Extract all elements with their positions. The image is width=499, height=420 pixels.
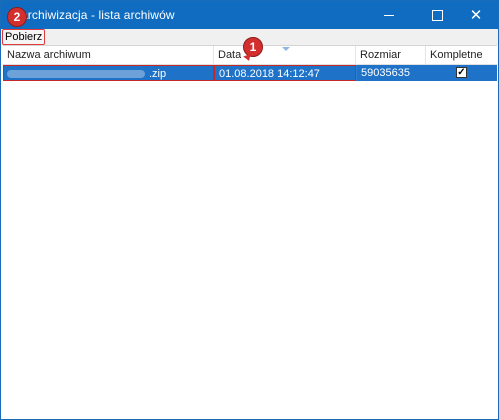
minimize-button[interactable] (367, 1, 411, 29)
archive-name-cell[interactable]: .zip (3, 65, 214, 81)
archive-list-window: archiwizacja - lista archiwów ✕ Pobierz … (0, 0, 499, 420)
title-bar[interactable]: archiwizacja - lista archiwów ✕ (1, 1, 498, 29)
column-header-complete[interactable]: Kompletne (426, 46, 497, 64)
close-icon: ✕ (469, 6, 483, 24)
complete-checkbox[interactable]: ✓ (456, 67, 467, 78)
redacted-filename (7, 70, 145, 78)
sort-descending-icon (282, 47, 290, 51)
maximize-button[interactable] (415, 1, 459, 29)
annotation-badge-1: 1 (243, 37, 263, 57)
minimize-icon (384, 14, 394, 16)
column-header-size[interactable]: Rozmiar (356, 46, 426, 64)
archive-name-extension: .zip (149, 68, 167, 80)
archive-complete-cell[interactable]: ✓ (426, 65, 497, 81)
download-menu-item[interactable]: Pobierz (2, 29, 46, 45)
window-title: archiwizacja - lista archiwów (21, 8, 175, 22)
archive-size-cell[interactable]: 59035635 (356, 65, 426, 81)
table-row[interactable]: .zip 01.08.2018 14:12:47 59035635 ✓ (3, 65, 497, 81)
close-button[interactable]: ✕ (454, 1, 498, 29)
archive-date-cell[interactable]: 01.08.2018 14:12:47 (214, 65, 356, 81)
archive-table: Nazwa archiwum Data Rozmiar Kompletne .z… (3, 45, 497, 418)
maximize-icon (431, 9, 443, 21)
annotation-badge-2: 2 (7, 7, 27, 27)
column-header-name[interactable]: Nazwa archiwum (3, 46, 214, 64)
